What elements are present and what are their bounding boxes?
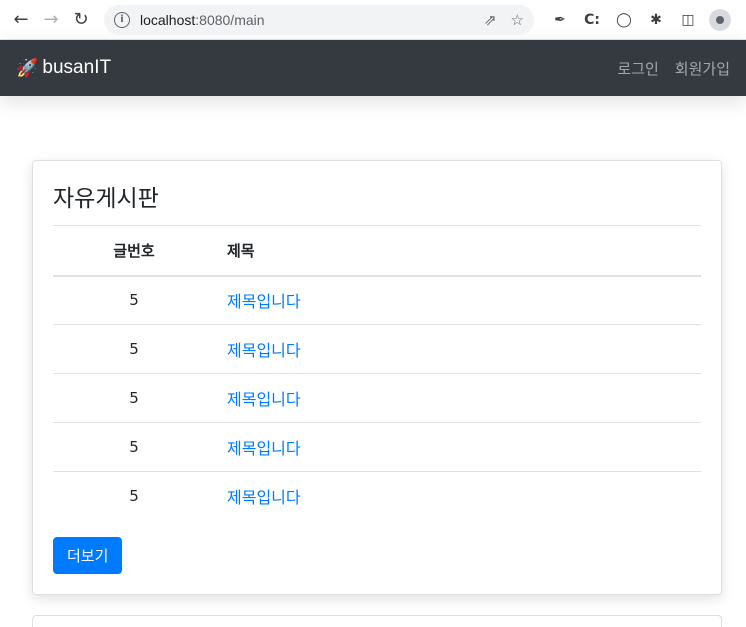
table-row: 5 제목입니다 bbox=[53, 471, 701, 521]
login-link[interactable]: 로그인 bbox=[617, 58, 658, 79]
header-title: 제목 bbox=[215, 225, 701, 277]
rocket-icon: 🚀 bbox=[16, 57, 39, 78]
table-row: 5 제목입니다 bbox=[53, 422, 701, 472]
browser-toolbar: ← → ↻ i localhost:8080/main ⇗ ☆ ✒ C: ◯ ✱… bbox=[0, 0, 746, 40]
url-text[interactable]: localhost:8080/main bbox=[140, 12, 470, 28]
board-title: 자유게시판 bbox=[53, 186, 159, 212]
post-num: 5 bbox=[53, 373, 215, 423]
signup-link[interactable]: 회원가입 bbox=[675, 58, 730, 79]
table-row: 5 제목입니다 bbox=[53, 373, 701, 423]
more-button[interactable]: 더보기 bbox=[53, 536, 123, 574]
header-num: 글번호 bbox=[53, 225, 215, 277]
info-icon[interactable]: i bbox=[114, 11, 130, 28]
table-row: 5 제목입니다 bbox=[53, 324, 701, 374]
board-table: 글번호 제목 5 제목입니다 5 제목입니다 5 제목입니다 5 제목입니다 5… bbox=[53, 225, 701, 521]
main-content: 자유게시판 글번호 제목 5 제목입니다 5 제목입니다 5 제목입니다 5 제… bbox=[0, 96, 746, 627]
post-num: 5 bbox=[129, 291, 139, 310]
brand-link[interactable]: 🚀 busanIT bbox=[16, 57, 111, 79]
post-title-link[interactable]: 제목입니다 bbox=[227, 292, 301, 311]
bookmark-star-icon[interactable]: ☆ bbox=[511, 11, 524, 29]
eyedropper-icon[interactable]: ✒ bbox=[549, 9, 571, 31]
post-num: 5 bbox=[53, 471, 215, 521]
profile-icon[interactable] bbox=[709, 8, 731, 31]
post-num: 5 bbox=[53, 422, 215, 472]
second-card bbox=[32, 614, 722, 627]
address-bar[interactable]: i localhost:8080/main ⇗ ☆ bbox=[104, 4, 534, 35]
table-row: 5 제목입니다 bbox=[53, 276, 701, 325]
table-header-row: 글번호 제목 bbox=[53, 225, 701, 277]
url-host: localhost bbox=[140, 11, 196, 28]
extension-c-icon[interactable]: C: bbox=[581, 9, 603, 31]
post-title-link[interactable]: 제목입니다 bbox=[227, 439, 301, 458]
forward-icon[interactable]: → bbox=[38, 7, 64, 33]
post-title-link[interactable]: 제목입니다 bbox=[227, 341, 301, 360]
post-title-link[interactable]: 제목입니다 bbox=[227, 390, 301, 409]
url-path: :8080/main bbox=[195, 11, 265, 28]
brand-name: busanIT bbox=[42, 57, 112, 78]
board-card: 자유게시판 글번호 제목 5 제목입니다 5 제목입니다 5 제목입니다 5 제… bbox=[32, 160, 722, 595]
back-icon[interactable]: ← bbox=[8, 7, 34, 33]
reload-icon[interactable]: ↻ bbox=[68, 7, 94, 33]
site-navbar: 🚀 busanIT 로그인 회원가입 bbox=[0, 40, 746, 96]
sidepanel-icon[interactable]: ◫ bbox=[677, 9, 699, 31]
post-title-link[interactable]: 제목입니다 bbox=[227, 488, 301, 507]
share-icon[interactable]: ⇗ bbox=[484, 11, 497, 29]
puzzle-icon[interactable]: ✱ bbox=[645, 9, 667, 31]
extension-code-icon[interactable]: ◯ bbox=[613, 9, 635, 31]
post-num: 5 bbox=[53, 324, 215, 374]
